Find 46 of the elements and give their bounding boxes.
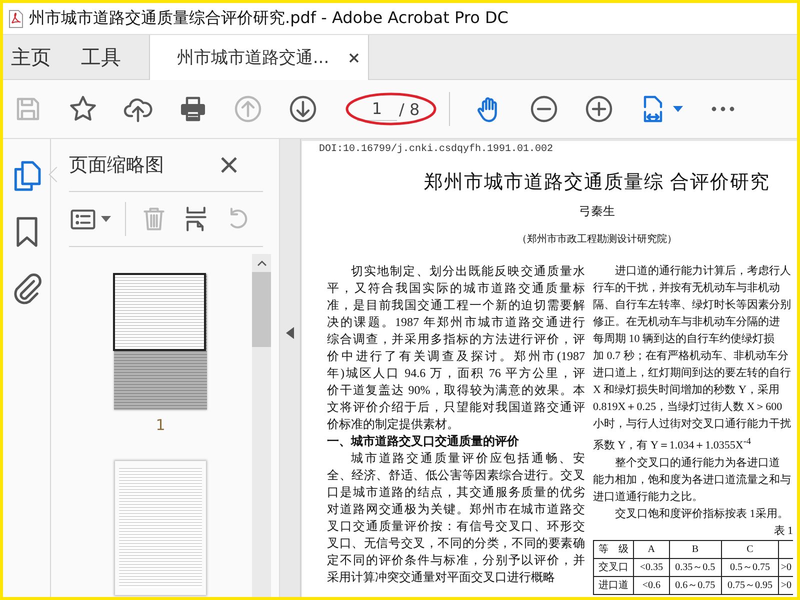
tab[interactable]: 州市城市道路交通... — [149, 35, 369, 80]
printer-icon[interactable] — [178, 94, 208, 124]
author-name: 弓秦生 — [579, 203, 615, 220]
zoom-out-icon[interactable] — [529, 94, 559, 124]
table-header-cell — [778, 540, 793, 558]
scroll-thumb[interactable] — [252, 272, 271, 347]
table-cell: <0.35 — [634, 558, 670, 576]
tab[interactable]: 主页 — [3, 35, 65, 79]
view-area-frame[interactable] — [113, 273, 206, 351]
paragraph: 进口道的通行能力计算后，考虑行人 行车的干扰，并按有无机动车与非机动 隔、自行车左转率、绿灯时长等因素分别 修正。在无机动车与非机动车分隔的进 每周期 10 辆到达的自行车约使绿灯损 加 0.7 秒；在有严格机动车、非机动车分 进口道上，红灯期间到达的要左转的自行 X 和绿灯损失时间增加的秒数 Y，采用 0.819X＋0.25，当绿灯过街人数 X＞600 小时，与行人过街对交叉口通行能力干扰 系数 Y，有 Y＝1.034＋1.0355X$^{-4}$ — [593, 264, 792, 454]
table-header-cell: A — [634, 540, 670, 558]
table-cell: 0.75～0.95 — [721, 576, 779, 594]
affiliation-text: （郑州市市政工程勘测设计研究院） — [517, 233, 677, 247]
paragraph: 城市道路交通质量评价应包括通畅、安 全、经济、舒适、低公害等因素综合进行。交叉 口是城市道路的结点，其交通服务质量的优劣 对道路网交通极为关键。郑州市在城市道路交 叉口交通质量评价按：有信号交叉口、环形交 叉口、无信号交叉，不同的分类，不同的要素确 定不同的评价条件与标准，分别予以评价，并 采用计算冲突交通量对平面交叉口进行概略 — [327, 450, 585, 586]
table-cell: 进口道 — [594, 576, 634, 594]
table-header-cell: 等 级 — [594, 540, 634, 558]
panel-title: 页面缩略图 — [69, 153, 164, 178]
page-number-field[interactable]: 1 — [357, 97, 397, 121]
section-heading: 一、城市道路交叉口交通质量的评价 — [327, 433, 520, 450]
paragraph: 切实地制定、划分出既能反映交通质量水 平，又符合我国实际的城市道路交通质量标 准，是目前我国交通工程一个新的迫切需要解 决的课题。1987 年郑州市城市道路交通进行 综合调查，并采用多指标的方法进行评价，评 价中进行了有关调查及探讨。郑州市(1987 年)城区人口 94.6 万，面积 76 平方公里，评 价干道复盖达 90%，取得较为满意的效果。本 文将评价介绍于后，只望能对我国道路交通评 价标准的制定提供素材。 — [327, 263, 585, 433]
caret-icon[interactable] — [673, 106, 683, 112]
table-header-cell: C — [721, 540, 779, 558]
close-icon[interactable] — [349, 52, 360, 62]
tab[interactable]: 工具 — [65, 35, 135, 79]
close-icon[interactable] — [221, 157, 237, 173]
doi-text: DOI:10.16799/j.cnki.csdqyfh.1991.01.002 — [319, 143, 554, 157]
scrollbar[interactable] — [252, 254, 271, 597]
paragraph: 交叉口饱和度评价指标按表 1采用。 — [614, 506, 790, 522]
table-cell: 0.35～0.5 — [669, 558, 722, 576]
zoom-in-icon[interactable] — [584, 94, 614, 124]
table-header-cell: B — [669, 540, 722, 558]
page-thumbnail[interactable] — [114, 274, 207, 410]
table-cell: 0.6～0.75 — [669, 576, 722, 594]
table-cell: 0.5～0.75 — [721, 558, 779, 576]
paragraph: 整个交叉口的通行能力为各进口道 能力相加，饱和度为各进口道流量之和与 进口道通行能力之比。 — [593, 456, 792, 505]
page-label: 1 — [156, 416, 166, 434]
scroll-up-icon[interactable] — [256, 260, 266, 266]
pdf-file-icon — [9, 10, 23, 28]
table-cell: <0.6 — [634, 576, 670, 594]
caret-icon[interactable] — [101, 216, 111, 222]
table-cell: 交叉口 — [594, 558, 634, 576]
page-count: / 8 — [399, 100, 420, 118]
window-title: 州市城市道路交通质量综合评价研究.pdf - Adobe Acrobat Pro DC — [29, 8, 508, 29]
collapse-triangle-icon[interactable] — [286, 327, 294, 339]
table-caption: 表 1 — [774, 524, 793, 539]
article-title: 郑州市城市道路交通质量综 合评价研究 — [424, 171, 770, 195]
